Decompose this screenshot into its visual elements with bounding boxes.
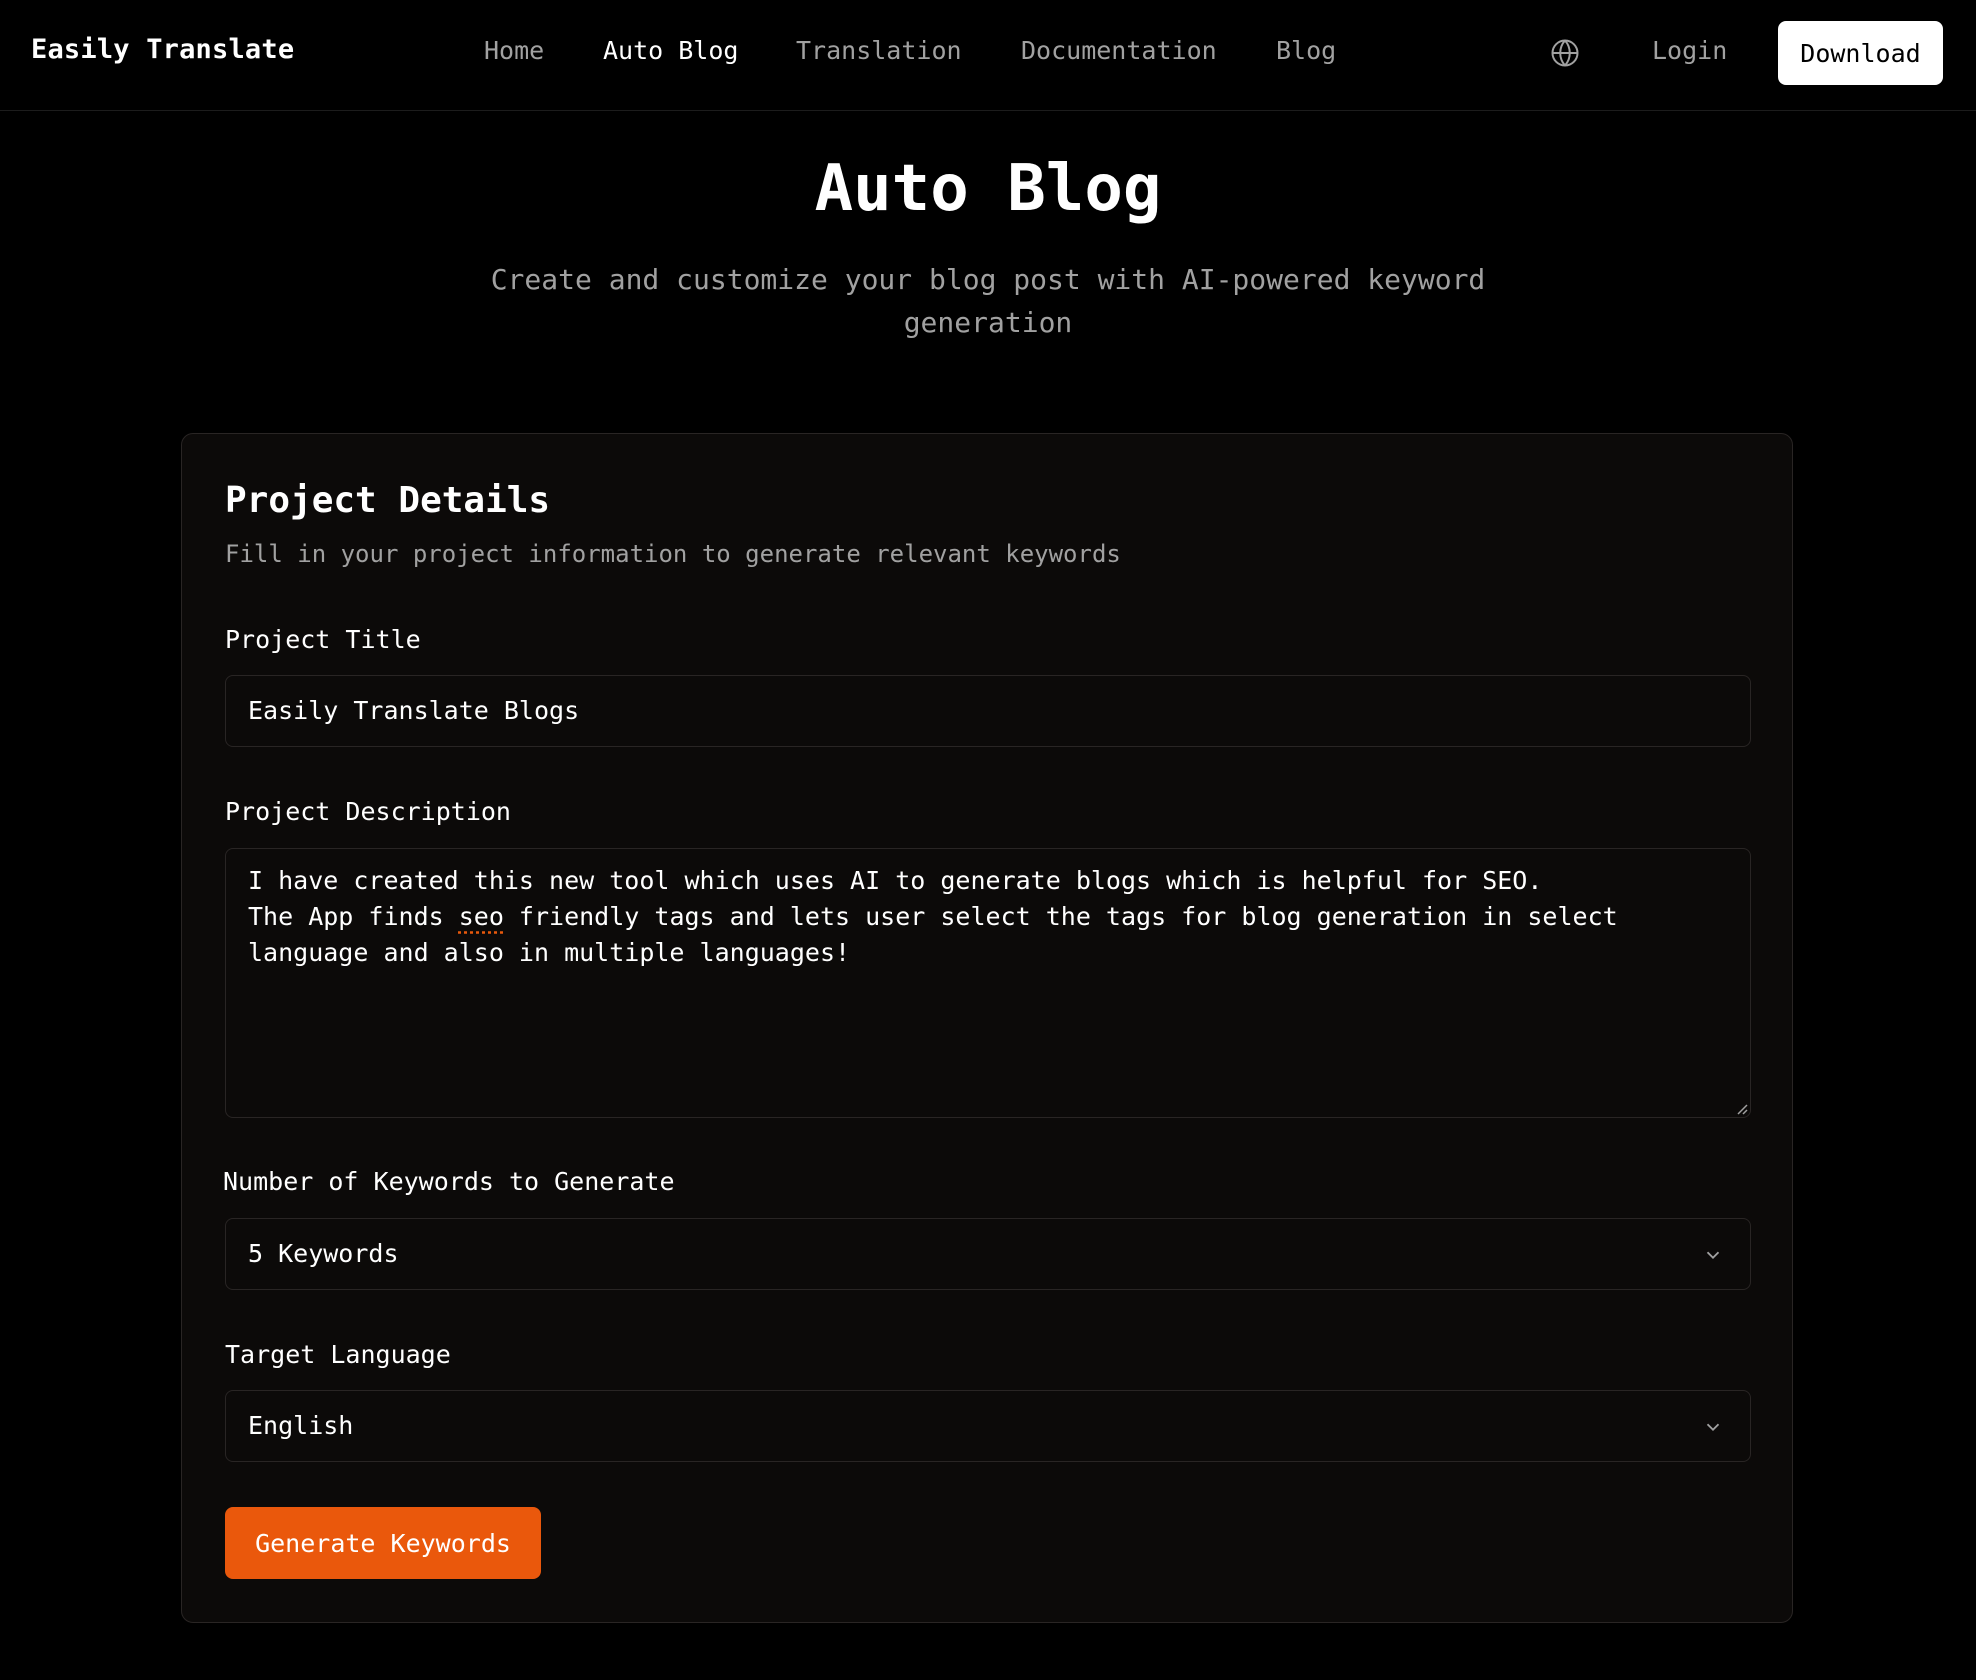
project-title-label: Project Title bbox=[225, 625, 421, 654]
brand-logo-text[interactable]: Easily Translate bbox=[31, 34, 294, 65]
nav-blog[interactable]: Blog bbox=[1276, 36, 1336, 65]
target-language-label: Target Language bbox=[225, 1340, 451, 1369]
page-title: Auto Blog bbox=[814, 152, 1162, 226]
globe-icon[interactable] bbox=[1550, 38, 1580, 68]
description-line-1: I have created this new tool which uses … bbox=[248, 866, 1543, 895]
keyword-count-select[interactable]: 5 Keywords bbox=[225, 1218, 1751, 1290]
nav-home[interactable]: Home bbox=[484, 36, 544, 65]
description-line-3: language and also in multiple languages! bbox=[248, 938, 851, 967]
card-description: Fill in your project information to gene… bbox=[225, 540, 1121, 568]
project-description-label: Project Description bbox=[225, 797, 511, 826]
page-subtitle: Create and customize your blog post with… bbox=[490, 263, 1486, 339]
target-language-value: English bbox=[248, 1411, 354, 1440]
chevron-down-icon bbox=[1706, 1251, 1720, 1260]
description-line-2-end: friendly tags and lets user select the t… bbox=[503, 902, 1618, 931]
project-title-input[interactable]: Easily Translate Blogs bbox=[225, 675, 1751, 747]
download-button[interactable]: Download bbox=[1778, 21, 1943, 85]
project-description-textarea[interactable]: I have created this new tool which uses … bbox=[225, 848, 1751, 1118]
chevron-down-icon bbox=[1706, 1423, 1720, 1432]
project-details-card: Project Details Fill in your project inf… bbox=[181, 433, 1793, 1623]
nav-translation[interactable]: Translation bbox=[796, 36, 962, 65]
generate-keywords-button[interactable]: Generate Keywords bbox=[225, 1507, 541, 1579]
login-link[interactable]: Login bbox=[1652, 36, 1727, 65]
resize-handle-icon[interactable] bbox=[1734, 1101, 1748, 1115]
target-language-select[interactable]: English bbox=[225, 1390, 1751, 1462]
top-navbar: Easily Translate Home Auto Blog Translat… bbox=[0, 0, 1976, 111]
card-title: Project Details bbox=[225, 480, 551, 521]
description-line-2-start: The App finds bbox=[248, 902, 459, 931]
nav-documentation[interactable]: Documentation bbox=[1021, 36, 1217, 65]
nav-auto-blog[interactable]: Auto Blog bbox=[603, 36, 738, 65]
keyword-count-value: 5 Keywords bbox=[248, 1239, 399, 1268]
misspelled-word[interactable]: seo bbox=[459, 902, 504, 931]
keyword-count-label: Number of Keywords to Generate bbox=[223, 1167, 675, 1196]
